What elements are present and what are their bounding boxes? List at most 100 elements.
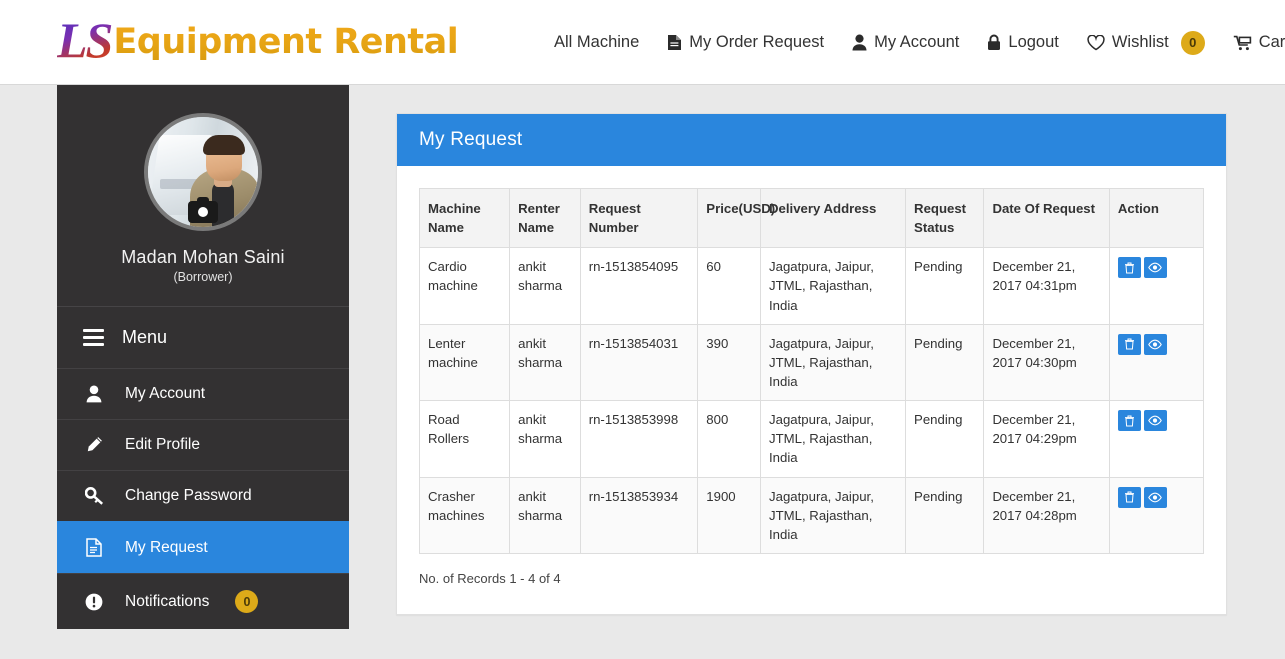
main-content: My Request Machine Name Renter Name Requ… — [349, 85, 1285, 615]
cell-delivery-address: Jagatpura, Jaipur, JTML, Rajasthan, Indi… — [760, 247, 907, 325]
cell-request-status: Pending — [905, 400, 985, 478]
column-header-price: Price(USD) — [697, 187, 775, 249]
sidebar-item-notifications[interactable]: Notifications 0 — [57, 573, 349, 629]
document-icon — [83, 538, 105, 557]
cart-icon — [1233, 35, 1252, 51]
brand-name: Equipment Rental — [113, 22, 459, 62]
cell-action — [1108, 323, 1205, 402]
cell-request-status: Pending — [905, 247, 985, 325]
cell-machine-name: Cardio machine — [418, 247, 511, 325]
camera-icon[interactable] — [188, 197, 218, 223]
column-header-action: Action — [1108, 187, 1205, 249]
cell-renter-name: ankit sharma — [509, 323, 581, 402]
cell-action — [1108, 400, 1205, 478]
sidebar: Madan Mohan Saini (Borrower) Menu My Acc… — [57, 85, 349, 629]
nav-label-my-account: My Account — [874, 33, 960, 51]
cell-price: 1900 — [697, 476, 762, 554]
notifications-count-badge: 0 — [235, 590, 259, 613]
hamburger-icon — [83, 329, 104, 346]
cell-price: 800 — [697, 400, 762, 478]
cell-date-of-request: December 21, 2017 04:30pm — [983, 323, 1110, 402]
panel-body: Machine Name Renter Name Request Number … — [397, 166, 1226, 614]
view-request-button[interactable] — [1143, 486, 1167, 508]
sidebar-item-my-account[interactable]: My Account — [57, 368, 349, 419]
sidebar-label-my-account: My Account — [125, 385, 206, 402]
cell-action — [1108, 247, 1205, 325]
profile-name: Madan Mohan Saini — [121, 247, 285, 267]
nav-item-my-account[interactable]: My Account — [838, 33, 973, 52]
table-header-row: Machine Name Renter Name Request Number … — [418, 187, 1205, 249]
column-header-request-status: Request Status — [905, 187, 985, 249]
cell-request-number: rn-1513854031 — [579, 323, 699, 402]
requests-table: Machine Name Renter Name Request Number … — [418, 187, 1205, 554]
column-header-delivery-address: Delivery Address — [760, 187, 907, 249]
cell-delivery-address: Jagatpura, Jaipur, JTML, Rajasthan, Indi… — [760, 476, 907, 554]
cell-request-number: rn-1513853934 — [579, 476, 699, 554]
cell-machine-name: Road Rollers — [418, 400, 511, 478]
column-header-renter-name: Renter Name — [509, 187, 581, 249]
page-body: Madan Mohan Saini (Borrower) Menu My Acc… — [0, 85, 1285, 659]
key-icon — [83, 487, 105, 505]
cell-machine-name: Crasher machines — [418, 476, 511, 554]
pencil-icon — [83, 436, 105, 454]
view-request-button[interactable] — [1143, 257, 1167, 279]
cell-delivery-address: Jagatpura, Jaipur, JTML, Rajasthan, Indi… — [760, 323, 907, 402]
avatar[interactable] — [144, 113, 262, 231]
top-navbar: LS Equipment Rental All Machine My Order… — [0, 0, 1285, 85]
nav-label-wishlist: Wishlist — [1111, 33, 1169, 51]
cell-request-number: rn-1513853998 — [579, 400, 699, 478]
cell-date-of-request: December 21, 2017 04:29pm — [983, 400, 1110, 478]
delete-request-button[interactable] — [1117, 333, 1141, 355]
records-count: No. of Records 1 - 4 of 4 — [419, 570, 561, 586]
cell-renter-name: ankit sharma — [509, 247, 581, 325]
sidebar-menu-header[interactable]: Menu — [57, 307, 349, 368]
profile-role: (Borrower) — [173, 270, 233, 284]
sidebar-item-change-password[interactable]: Change Password — [57, 470, 349, 521]
cell-delivery-address: Jagatpura, Jaipur, JTML, Rajasthan, Indi… — [760, 400, 907, 478]
view-request-button[interactable] — [1143, 410, 1167, 432]
sidebar-label-edit-profile: Edit Profile — [125, 436, 200, 453]
sidebar-item-edit-profile[interactable]: Edit Profile — [57, 419, 349, 470]
delete-request-button[interactable] — [1117, 486, 1141, 508]
cell-date-of-request: December 21, 2017 04:31pm — [983, 247, 1110, 325]
cell-price: 390 — [697, 323, 762, 402]
user-icon — [852, 34, 867, 51]
column-header-date-of-request: Date Of Request — [983, 187, 1110, 249]
sidebar-item-my-request[interactable]: My Request — [57, 521, 349, 573]
profile-section: Madan Mohan Saini (Borrower) — [57, 85, 349, 307]
cell-date-of-request: December 21, 2017 04:28pm — [983, 476, 1110, 554]
nav-item-my-order-request[interactable]: My Order Request — [653, 33, 838, 52]
cell-request-status: Pending — [905, 323, 985, 402]
cell-renter-name: ankit sharma — [509, 400, 581, 478]
view-request-button[interactable] — [1143, 333, 1167, 355]
table-row: Crasher machines ankit sharma rn-1513853… — [418, 476, 1205, 554]
cell-action — [1108, 476, 1205, 554]
nav-label-cart: Cart — [1258, 33, 1285, 51]
nav-label-my-order-request: My Order Request — [689, 33, 825, 51]
table-body: Cardio machine ankit sharma rn-151385409… — [418, 247, 1205, 554]
cell-request-number: rn-1513854095 — [579, 247, 699, 325]
nav-item-wishlist[interactable]: Wishlist 0 — [1073, 30, 1219, 55]
sidebar-label-notifications: Notifications — [125, 592, 210, 610]
brand-mark: LS — [57, 12, 113, 68]
main-nav: All Machine My Order Request My Account … — [540, 0, 1285, 85]
my-request-panel: My Request Machine Name Renter Name Requ… — [396, 113, 1227, 615]
column-header-request-number: Request Number — [579, 187, 699, 249]
table-header: Machine Name Renter Name Request Number … — [418, 187, 1205, 249]
column-header-machine-name: Machine Name — [418, 187, 511, 249]
cell-machine-name: Lenter machine — [418, 323, 511, 402]
table-row: Road Rollers ankit sharma rn-1513853998 … — [418, 400, 1205, 478]
nav-item-cart[interactable]: Cart 0 — [1219, 31, 1285, 55]
delete-request-button[interactable] — [1117, 410, 1141, 432]
cell-price: 60 — [697, 247, 762, 325]
brand-logo[interactable]: LS Equipment Rental — [57, 0, 459, 85]
nav-item-all-machine[interactable]: All Machine — [540, 33, 653, 52]
lock-icon — [987, 34, 1001, 51]
nav-item-logout[interactable]: Logout — [973, 33, 1072, 52]
cell-renter-name: ankit sharma — [509, 476, 581, 554]
delete-request-button[interactable] — [1117, 257, 1141, 279]
user-icon — [83, 385, 105, 403]
alert-icon — [83, 593, 105, 611]
table-row: Cardio machine ankit sharma rn-151385409… — [418, 247, 1205, 325]
sidebar-menu-label: Menu — [122, 327, 168, 347]
